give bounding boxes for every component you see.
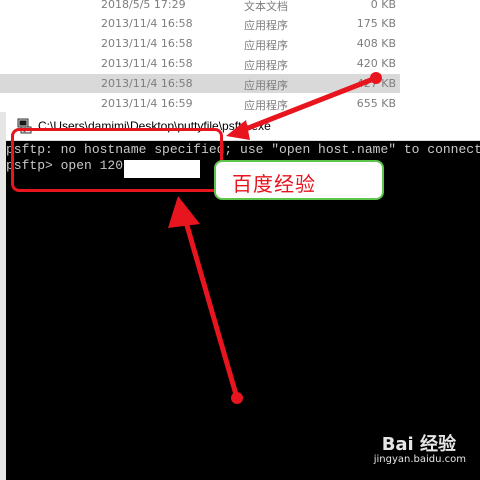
watermark-url: jingyan.baidu.com [373,454,466,465]
arrow-head-bottom [168,196,200,228]
arrow-line-top [235,75,379,135]
arrow-line-bottom [183,219,240,401]
arrow-dot-bottom [231,392,243,404]
arrow-head-top [226,120,250,140]
annotation-arrows [168,72,382,404]
baidu-logo: Bai 经验 [381,434,456,455]
watermark: Bai 经验 jingyan.baidu.com [346,430,466,470]
arrow-dot-top [370,72,382,84]
